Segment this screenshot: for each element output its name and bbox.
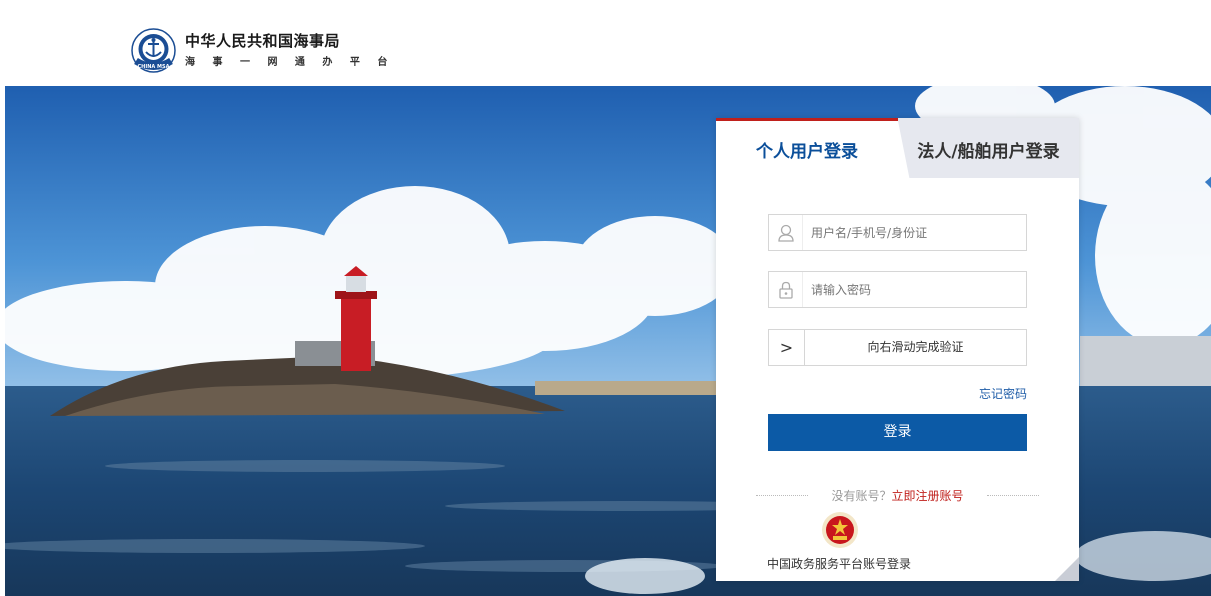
password-field [768,271,1027,308]
maritime-emblem-icon: CHINA MSA [131,28,176,73]
divider-right [987,495,1039,496]
tab-corporate-label: 法人/船舶用户登录 [917,142,1060,162]
password-input[interactable] [811,272,1021,307]
slide-verify[interactable]: > 向右滑动完成验证 [768,329,1027,366]
register-row: 没有账号？立即注册账号 [756,487,1039,503]
login-button[interactable]: 登录 [768,414,1027,451]
site-title: 中华人民共和国海事局 [185,32,341,50]
tab-personal-login[interactable]: 个人用户登录 [716,118,898,178]
register-question: 没有账号？ [831,489,892,503]
logo-badge-text: CHINA MSA [138,64,170,70]
slide-verify-text: 向右滑动完成验证 [867,340,964,354]
tab-corporate-ship-login[interactable]: 法人/船舶用户登录 [898,118,1079,181]
forgot-password-link[interactable]: 忘记密码 [979,385,1027,402]
site-subtitle: 海 事 一 网 通 办 平 台 [185,57,395,68]
login-panel: 个人用户登录 法人/船舶用户登录 > 向右滑动完成验证 忘记密码 登录 没有账号… [716,118,1079,581]
national-emblem-icon[interactable] [821,511,859,549]
divider-left [756,495,808,496]
slide-verify-handle[interactable]: > [769,330,805,365]
lock-icon [769,272,803,307]
register-link[interactable]: 立即注册账号 [892,489,964,503]
site-header: CHINA MSA 中华人民共和国海事局 海 事 一 网 通 办 平 台 [0,0,1211,86]
username-field [768,214,1027,251]
panel-corner-decoration [1055,557,1079,581]
username-input[interactable] [811,215,1021,250]
gov-platform-login-link[interactable]: 中国政务服务平台账号登录 [767,555,911,572]
user-icon [769,215,803,250]
